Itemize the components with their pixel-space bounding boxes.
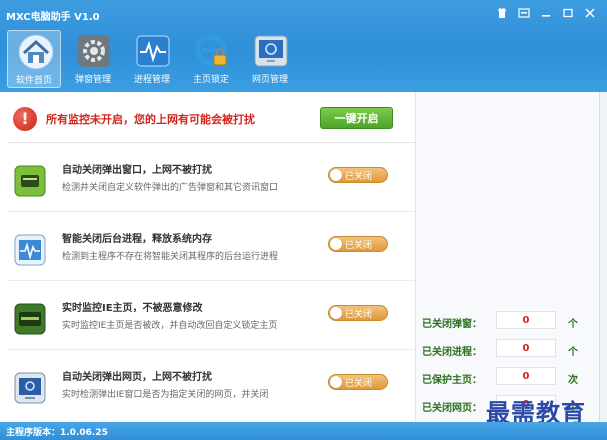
nav-label: 软件首页 xyxy=(15,76,52,86)
stat-value: 0 xyxy=(496,339,556,357)
feature-title: 实时监控IE主页，不被恶意修改 xyxy=(62,303,203,314)
version-label: 主程序版本：1.0.06.25 xyxy=(6,428,108,438)
popup-app-icon xyxy=(14,165,46,197)
toggle-knob xyxy=(330,169,342,181)
nav-item-process[interactable]: 进程管理 xyxy=(125,30,179,88)
stat-label: 已保护主页： xyxy=(422,375,482,386)
toggle-knob xyxy=(330,376,342,388)
status-bar: 主程序版本：1.0.06.25 xyxy=(0,422,607,440)
window-controls xyxy=(491,5,601,21)
toggle-status: 已关闭 xyxy=(345,379,373,389)
feature-row-homepage: 实时监控IE主页，不被恶意修改 实时监控IE主页是否被改，并自动改回自定义锁定主… xyxy=(8,281,415,350)
feature-desc: 实时监控IE主页是否被改，并自动改回自定义锁定主页 xyxy=(62,321,278,331)
gear-icon xyxy=(78,35,110,67)
feature-row-process: 智能关闭后台进程，释放系统内存 检测到主程序不存在将智能关闭其程序的后台运行进程… xyxy=(8,212,415,281)
feature-title: 自动关闭弹出窗口，上网不被打扰 xyxy=(62,165,212,176)
nav-label: 网页管理 xyxy=(251,75,288,85)
warning-icon: ! xyxy=(13,107,37,131)
menu-icon[interactable] xyxy=(513,5,535,21)
app-window: MXC电脑助手 V1.0 软件首页 弹窗管理 进程管理 主页锁定 网页管理 ! … xyxy=(0,0,607,440)
monitor-icon xyxy=(254,35,288,67)
nav-item-homepage-lock[interactable]: 主页锁定 xyxy=(184,30,238,88)
feature-desc: 检测到主程序不存在将智能关闭其程序的后台运行进程 xyxy=(62,252,279,262)
webpage-icon xyxy=(14,372,46,404)
toggle-status: 已关闭 xyxy=(345,172,373,182)
stat-label: 已关闭进程： xyxy=(422,347,482,358)
homepage-toggle[interactable]: 已关闭 xyxy=(328,305,388,321)
webpage-toggle[interactable]: 已关闭 xyxy=(328,374,388,390)
title-header: MXC电脑助手 V1.0 软件首页 弹窗管理 进程管理 主页锁定 网页管理 xyxy=(0,0,607,92)
process-monitor-icon xyxy=(14,234,46,266)
ie-homepage-icon xyxy=(14,303,46,335)
nav-item-popup[interactable]: 弹窗管理 xyxy=(66,30,120,88)
nav-label: 进程管理 xyxy=(133,75,170,85)
toggle-status: 已关闭 xyxy=(345,310,373,320)
process-toggle[interactable]: 已关闭 xyxy=(328,236,388,252)
stat-value: 0 xyxy=(496,311,556,329)
table-row: 已关闭弹窗： 0 个 xyxy=(416,308,600,334)
nav-label: 主页锁定 xyxy=(192,75,229,85)
feature-desc: 实时检测弹出IE窗口是否为指定关闭的网页，并关闭 xyxy=(62,390,269,400)
app-title: MXC电脑助手 V1.0 xyxy=(6,12,100,23)
nav-item-home[interactable]: 软件首页 xyxy=(7,30,61,88)
alert-banner: ! 所有监控未开启，您的上网有可能会被打扰 一键开启 xyxy=(8,92,415,143)
pulse-icon xyxy=(136,35,170,67)
stat-unit: 个 xyxy=(568,347,578,358)
feature-row-popup: 自动关闭弹出窗口，上网不被打扰 检测并关闭自定义软件弹出的广告弹窗和其它资讯窗口… xyxy=(8,143,415,212)
home-icon xyxy=(18,34,54,70)
nav-label: 弹窗管理 xyxy=(74,75,111,85)
toggle-knob xyxy=(330,307,342,319)
minimize-icon[interactable] xyxy=(535,5,557,21)
feature-title: 智能关闭后台进程，释放系统内存 xyxy=(62,234,212,245)
stat-value: 0 xyxy=(496,367,556,385)
feature-row-webpage: 自动关闭弹出网页，上网不被打扰 实时检测弹出IE窗口是否为指定关闭的网页，并关闭… xyxy=(8,350,415,418)
stat-label: 已关闭弹窗： xyxy=(422,319,482,330)
table-row: 已保护主页： 0 次 xyxy=(416,364,600,390)
maximize-icon[interactable] xyxy=(557,5,579,21)
alert-message: 所有监控未开启，您的上网有可能会被打扰 xyxy=(46,113,255,126)
nav-item-webpage[interactable]: 网页管理 xyxy=(243,30,297,88)
scrollbar[interactable] xyxy=(599,92,607,422)
popup-toggle[interactable]: 已关闭 xyxy=(328,167,388,183)
enable-all-button[interactable]: 一键开启 xyxy=(320,107,393,129)
toggle-knob xyxy=(330,238,342,250)
feature-desc: 检测并关闭自定义软件弹出的广告弹窗和其它资讯窗口 xyxy=(62,183,279,193)
main-nav: 软件首页 弹窗管理 进程管理 主页锁定 网页管理 xyxy=(7,30,302,88)
skin-icon[interactable] xyxy=(491,5,513,21)
feature-title: 自动关闭弹出网页，上网不被打扰 xyxy=(62,372,212,383)
stat-label: 已关闭网页： xyxy=(422,403,482,414)
table-row: 已关闭进程： 0 个 xyxy=(416,336,600,362)
stats-panel: 已关闭弹窗： 0 个 已关闭进程： 0 个 已保护主页： 0 次 已关闭网页： … xyxy=(415,92,600,422)
ie-lock-icon xyxy=(195,34,227,66)
close-icon[interactable] xyxy=(579,5,601,21)
toggle-status: 已关闭 xyxy=(345,241,373,251)
stat-unit: 个 xyxy=(568,319,578,330)
main-panel: ! 所有监控未开启，您的上网有可能会被打扰 一键开启 自动关闭弹出窗口，上网不被… xyxy=(8,92,415,422)
stat-unit: 次 xyxy=(568,375,578,386)
